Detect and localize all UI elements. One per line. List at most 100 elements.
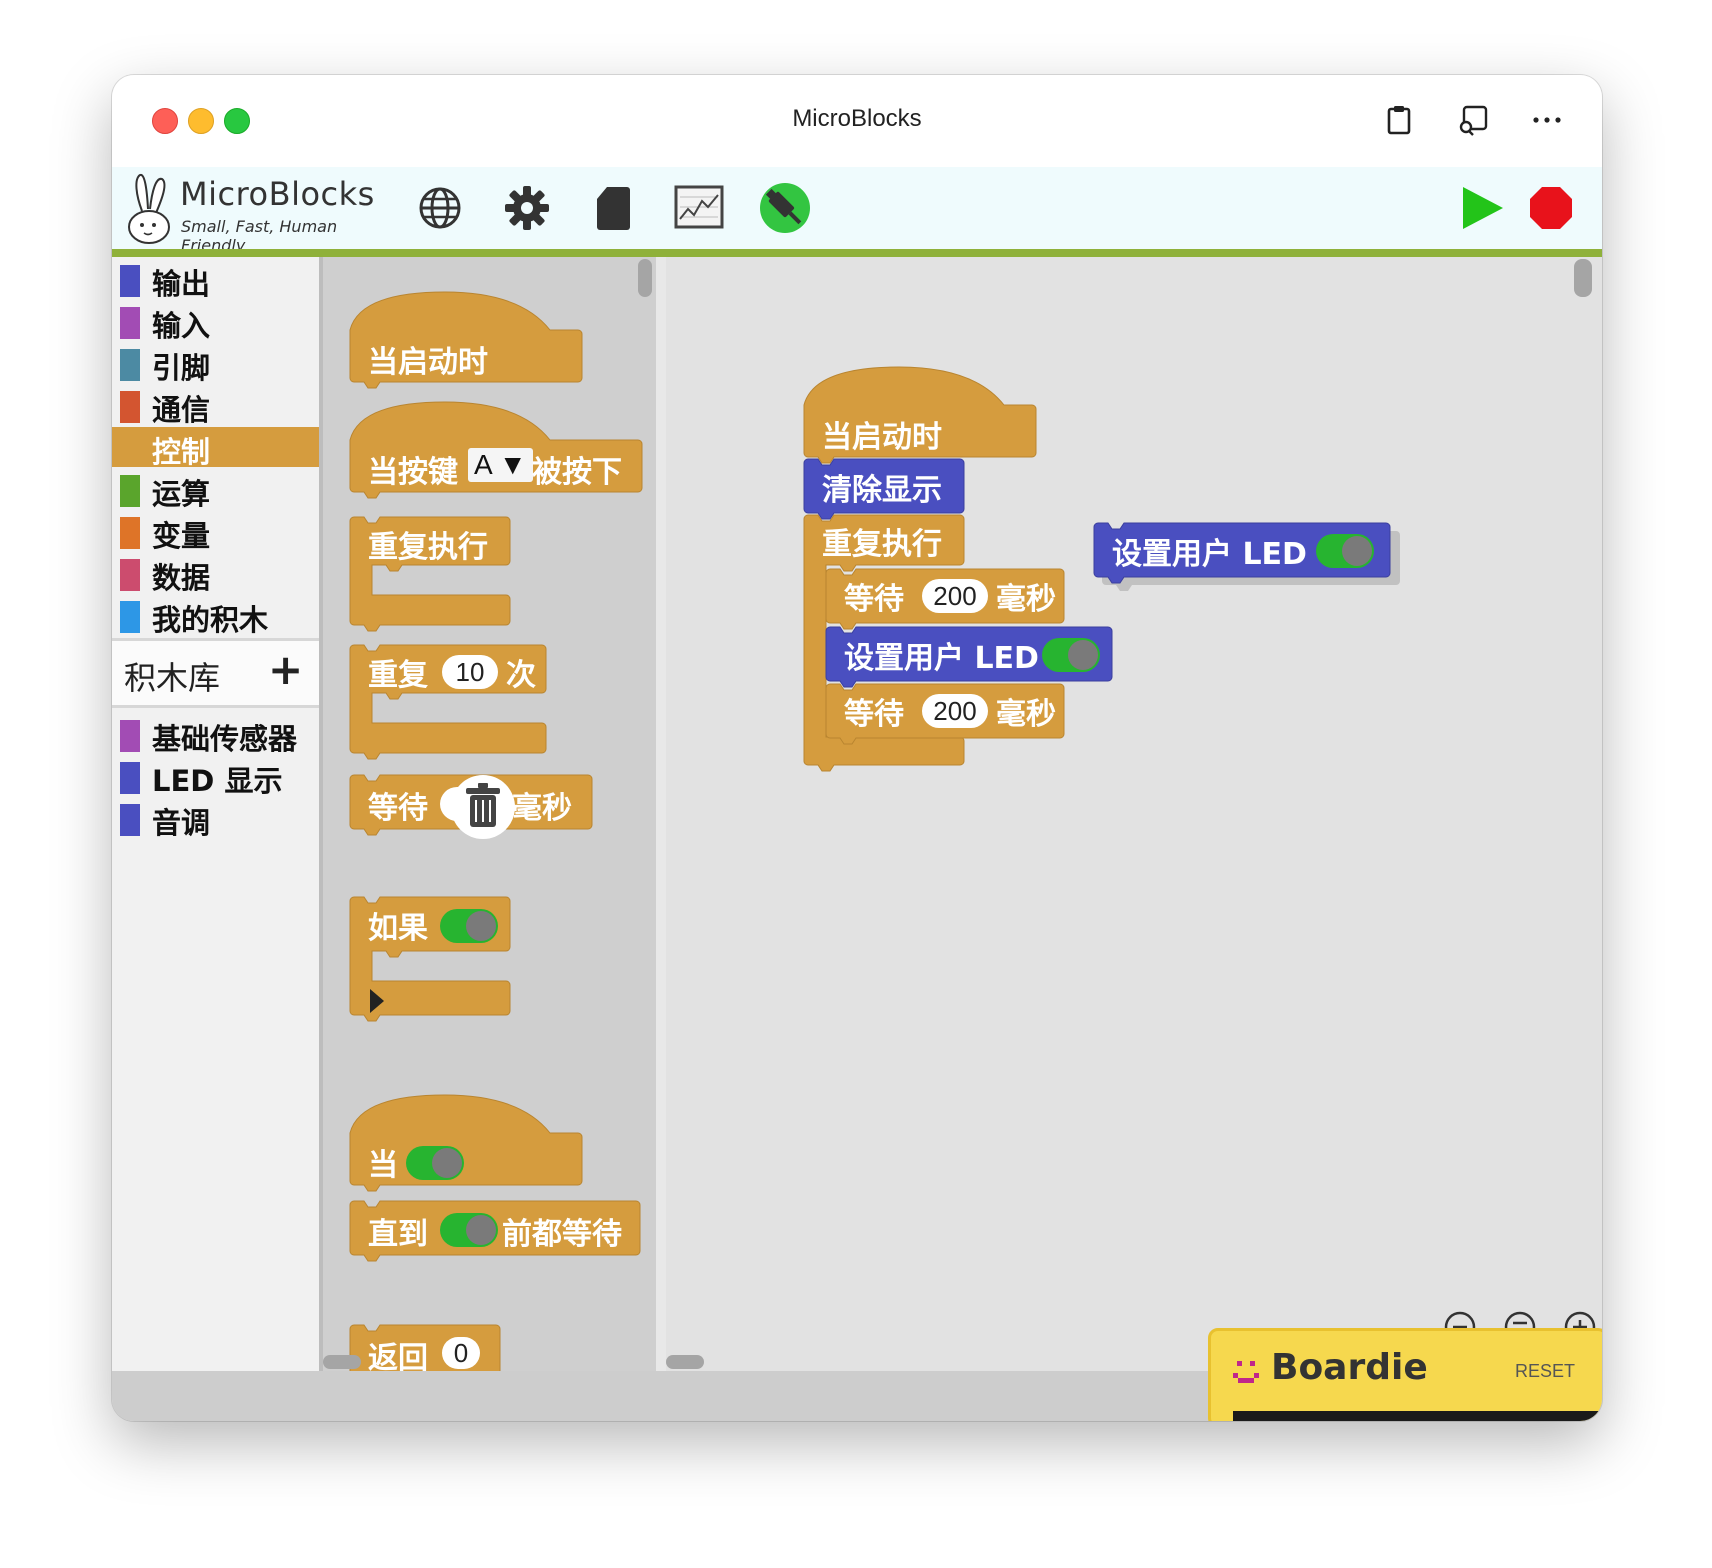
block-label: 设置用户 LED [844,641,1039,676]
script-set-user-led[interactable]: 设置用户 LED [825,626,1113,688]
category-label: 通信 [152,393,211,427]
category-swatch [120,601,140,633]
category-swatch [120,720,140,752]
category-label: 输入 [152,309,211,343]
block-when-started[interactable]: 当启动时 [349,291,583,389]
category-label: 变量 [152,519,211,553]
block-label: 当 [368,1148,398,1183]
wait-ms-input[interactable]: 200 [922,579,988,613]
category-variables[interactable]: 变量 [112,511,319,553]
repeat-count-input[interactable]: 10 [442,655,498,689]
clipboard-icon[interactable] [1382,103,1416,137]
category-control[interactable]: 控制 [112,427,319,469]
block-label: 重复执行 [822,527,942,562]
pane-divider[interactable] [656,257,666,1371]
block-when-condition[interactable]: 当 [349,1094,583,1192]
category-swatch [120,391,140,423]
boardie-title: Boardie [1271,1347,1428,1388]
library-basic-sensors[interactable]: 基础传感器 [112,714,319,756]
library-led-display[interactable]: LED 显示 [112,756,319,798]
block-repeat[interactable]: 重复 10 次 [349,644,547,763]
category-label: 我的积木 [152,603,269,637]
script-wait-2[interactable]: 等待 200 毫秒 [825,683,1065,745]
title-bar: MicroBlocks [112,75,1602,167]
file-icon[interactable] [587,181,641,235]
run-icon[interactable] [1455,181,1509,235]
graph-icon[interactable] [672,181,726,235]
window-title: MicroBlocks [792,105,922,132]
block-label: 清除显示 [822,473,942,508]
library-header-label: 积木库 [124,659,221,697]
library-tone[interactable]: 音调 [112,798,319,840]
script-wait-1[interactable]: 等待 200 毫秒 [825,568,1065,630]
script-clear-display[interactable]: 清除显示 [803,458,965,520]
condition-toggle[interactable] [440,909,498,943]
palette-vertical-scrollbar[interactable] [638,259,652,297]
button-dropdown[interactable]: A ▼ [468,448,533,482]
logo-name: MicroBlocks [180,175,375,213]
chevron-down-icon: ▼ [498,449,527,480]
add-library-button[interactable]: + [268,645,303,694]
block-label: 次 [506,658,536,693]
category-swatch [120,349,140,381]
category-label: 引脚 [152,351,211,385]
logo: MicroBlocks Small, Fast, Human Friendly [118,167,388,255]
more-icon[interactable] [1530,103,1564,137]
block-label: 重复执行 [368,530,488,565]
category-data[interactable]: 数据 [112,553,319,595]
globe-icon[interactable] [413,181,467,235]
cast-icon[interactable] [1456,103,1490,137]
category-swatch [120,559,140,591]
return-value-input[interactable]: 0 [442,1337,480,1369]
category-pins[interactable]: 引脚 [112,343,319,385]
wait-ms-input[interactable]: 200 [922,694,988,728]
block-label: 如果 [368,911,428,946]
library-label: LED 显示 [152,764,283,798]
block-forever[interactable]: 重复执行 [349,516,511,635]
category-input[interactable]: 输入 [112,301,319,343]
app-window: MicroBlocks MicroBlocks Small, Fast, Hum… [112,75,1602,1421]
category-label: 数据 [152,561,211,595]
block-if[interactable]: 如果 [349,896,511,1025]
category-swatch [120,804,140,836]
category-swatch [120,517,140,549]
block-label: 重复 [368,658,428,693]
boardie-screen [1233,1411,1602,1421]
block-when-button-pressed[interactable]: 当按键 A ▼ 被按下 [349,401,643,499]
boardie-face-icon [1231,1357,1261,1387]
block-label: 毫秒 [996,582,1056,617]
block-label: 等待 [844,582,904,617]
dragged-set-user-led[interactable]: 设置用户 LED [1093,522,1404,595]
category-comm[interactable]: 通信 [112,385,319,427]
script-area[interactable]: 当启动时 清除显示 重复执行 等待 200 毫秒 设置用户 LED 等待 200… [666,257,1602,1371]
boardie-reset-button[interactable]: RESET [1515,1361,1575,1382]
category-operators[interactable]: 运算 [112,469,319,511]
gear-icon[interactable] [500,181,554,235]
block-label: 设置用户 LED [1112,537,1307,572]
toolbar: MicroBlocks Small, Fast, Human Friendly [112,167,1602,255]
library-header: 积木库 + [112,638,319,708]
block-label: 当启动时 [822,420,942,455]
script-horizontal-scrollbar[interactable] [666,1355,704,1369]
category-my-blocks[interactable]: 我的积木 [112,595,319,637]
condition-toggle[interactable] [406,1146,464,1180]
category-sidebar: 输出 输入 引脚 通信 控制 运算 变量 数据 我的积木 积木库 + 基础传感器… [112,257,319,1371]
trash-icon[interactable] [451,775,515,839]
script-vertical-scrollbar[interactable] [1574,259,1592,297]
category-output[interactable]: 输出 [112,259,319,301]
palette-horizontal-scrollbar[interactable] [323,1355,361,1369]
block-label: 毫秒 [512,791,572,826]
usb-connect-icon[interactable] [758,181,812,235]
library-label: 音调 [152,806,211,840]
boardie-panel[interactable]: Boardie RESET [1208,1328,1602,1421]
block-return[interactable]: 返回 0 [349,1324,501,1371]
led-toggle[interactable] [1042,638,1100,672]
category-label: 输出 [152,267,211,301]
script-when-started[interactable]: 当启动时 [803,366,1037,464]
led-toggle[interactable] [1316,534,1374,568]
category-swatch [120,265,140,297]
category-swatch [120,475,140,507]
block-wait-until[interactable]: 直到 前都等待 [349,1200,641,1263]
condition-toggle[interactable] [440,1213,498,1247]
stop-icon[interactable] [1524,181,1578,235]
